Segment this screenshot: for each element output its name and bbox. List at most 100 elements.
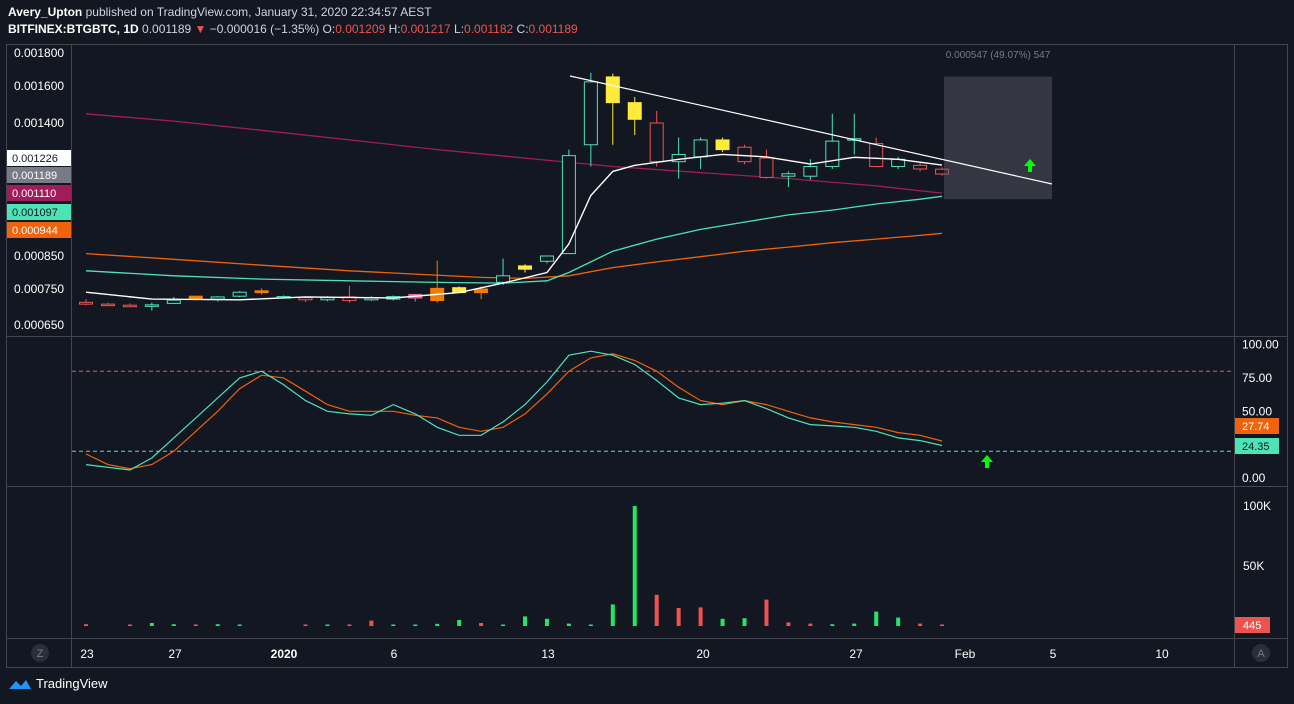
ma-teal-line (85, 195, 943, 284)
ma-maroon-path (85, 113, 943, 194)
candle (364, 296, 379, 301)
stoch-k-line (85, 350, 943, 471)
oscillator-scale[interactable]: 100.00 75.00 50.00 0.00 27.74 24.35 (1235, 338, 1279, 486)
time-tick-label: 10 (1155, 647, 1169, 661)
volume-bar (347, 624, 352, 626)
candle-body (869, 143, 884, 168)
candle-body (79, 301, 93, 305)
volume-bar (325, 624, 330, 626)
price-badge-label: 0.000944 (12, 225, 58, 237)
volume-bar (501, 624, 506, 626)
candle (232, 291, 247, 298)
brand-name: TradingView (36, 676, 108, 691)
volume-bar (676, 608, 681, 626)
price-badges: 0.001226 0.001189 0.001110 0.001097 0.000944 (7, 150, 71, 238)
candles (79, 72, 950, 311)
oscillator-tick-label: 75.00 (1242, 371, 1272, 385)
time-tick-label: 23 (80, 647, 94, 661)
time-tick-label: 20 (696, 647, 710, 661)
candle (847, 113, 862, 155)
candle (430, 260, 445, 303)
volume-bar (391, 624, 396, 626)
volume-bar (544, 618, 549, 626)
volume-badge-label: 445 (1243, 620, 1261, 632)
candle (144, 302, 159, 311)
candle-body (539, 255, 554, 262)
candle (869, 137, 884, 168)
candle (122, 303, 137, 308)
volume-bar (237, 624, 242, 626)
measure-box[interactable]: 0.000547 (49.07%) 547 (944, 50, 1052, 200)
price-badge-label: 0.001097 (12, 207, 58, 219)
volume-bar (171, 624, 176, 626)
volume-bar (149, 623, 154, 626)
candle-body (605, 76, 620, 104)
volume-bar (940, 624, 945, 626)
candle (649, 110, 664, 167)
candle-body (561, 155, 576, 255)
volume-bar (808, 623, 813, 626)
volume-bar (830, 624, 835, 626)
candle-body (825, 140, 840, 168)
price-tick-label: 0.000850 (14, 249, 64, 263)
candle-body (254, 290, 269, 294)
time-tick-label: 27 (168, 647, 182, 661)
volume-bar (413, 624, 418, 626)
candle (342, 285, 357, 303)
volume-pane[interactable] (84, 506, 945, 626)
candle-body (715, 139, 730, 151)
tradingview-logo[interactable]: TradingView (8, 676, 108, 691)
price-tick-label: 0.000650 (14, 318, 64, 332)
volume-bar (193, 624, 198, 626)
volume-bar (742, 618, 747, 626)
candle-body (518, 265, 532, 270)
volume-bar (852, 623, 857, 626)
volume-bar (479, 623, 484, 626)
stochastic-pane[interactable] (72, 350, 1234, 471)
time-axis[interactable]: 23 27 2020 6 13 20 27 Feb 5 10 Z A (31, 644, 1270, 662)
candle (627, 97, 642, 136)
volume-bar (896, 617, 901, 626)
volume-bar (523, 616, 527, 626)
candle (737, 144, 752, 165)
tradingview-cloud-icon (9, 679, 31, 689)
volume-bar (918, 623, 923, 626)
price-tick-label: 0.000750 (14, 282, 64, 296)
ma-teal-path (85, 195, 943, 284)
candle (518, 264, 532, 273)
candle (583, 72, 598, 167)
time-tick-label: 5 (1050, 647, 1057, 661)
candle-body (803, 166, 818, 177)
candle-body (166, 299, 181, 304)
volume-bar (874, 611, 879, 626)
volume-bar (566, 623, 571, 626)
candle (254, 288, 269, 295)
volume-bar (632, 506, 637, 626)
candle-body (583, 81, 598, 146)
candle-body (320, 297, 335, 301)
oscillator-badge-label: 27.74 (1242, 421, 1270, 433)
candle-body (122, 304, 137, 308)
volume-bar (720, 618, 725, 626)
candle-body (781, 173, 796, 177)
candle-body (144, 304, 159, 307)
volume-bar (610, 604, 615, 626)
candle-body (649, 122, 664, 163)
candle-body (627, 102, 642, 120)
volume-tick-label: 50K (1243, 559, 1264, 573)
candle (166, 296, 181, 305)
volume-scale[interactable]: 100K 50K 445 (1235, 499, 1271, 633)
oscillator-tick-label: 100.00 (1242, 338, 1279, 352)
price-tick-label: 0.001400 (14, 116, 64, 130)
price-chart[interactable]: 0.001800 0.001600 0.001400 0.000850 0.000750… (0, 0, 1294, 704)
volume-bar (369, 620, 374, 626)
volume-bar (786, 622, 791, 626)
volume-bar (127, 624, 132, 626)
oscillator-badge-label: 24.35 (1242, 441, 1270, 453)
candle-body (737, 146, 752, 163)
time-tick-label: 2020 (271, 647, 298, 661)
candle-body (210, 296, 225, 300)
volume-bar (698, 607, 703, 626)
volume-bar (457, 620, 462, 626)
pane-borders (6, 44, 1288, 668)
